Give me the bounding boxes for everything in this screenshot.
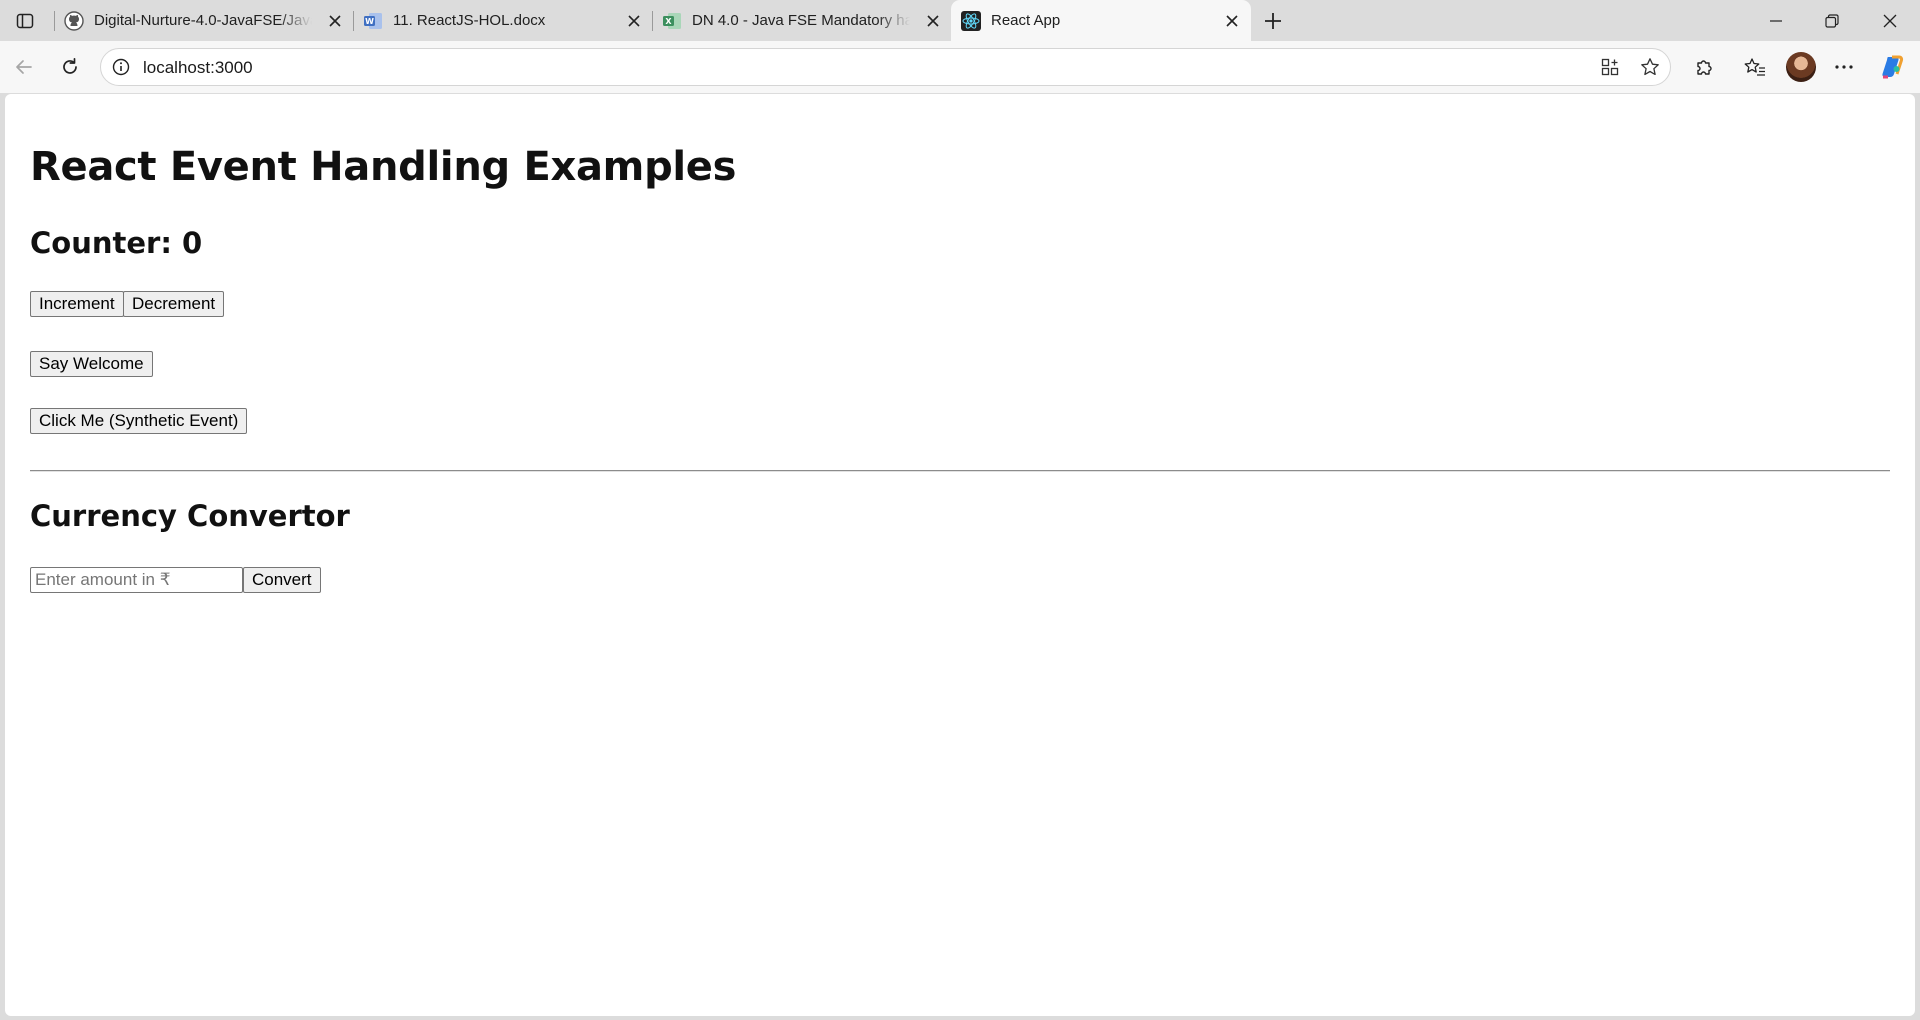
copilot-button[interactable] — [1876, 51, 1908, 83]
tab-actions-button[interactable] — [10, 6, 40, 36]
tab-github[interactable]: Digital-Nurture-4.0-JavaFSE/Java — [54, 0, 352, 41]
tab-title: 11. ReactJS-HOL.docx — [393, 12, 546, 29]
profile-avatar[interactable] — [1786, 52, 1816, 82]
tab-title: DN 4.0 - Java FSE Mandatory han — [692, 12, 910, 29]
close-icon — [628, 15, 640, 27]
tab-close-button[interactable] — [324, 10, 346, 32]
tab-react-app[interactable]: React App — [951, 0, 1251, 41]
settings-menu-button[interactable] — [1828, 51, 1860, 83]
favorites-list-icon — [1744, 58, 1765, 76]
page-title: React Event Handling Examples — [30, 144, 737, 190]
reload-icon — [63, 57, 77, 74]
decrement-button[interactable]: Decrement — [123, 291, 225, 317]
counter-display: Counter: 0 — [30, 226, 203, 260]
minimize-icon — [1770, 19, 1782, 22]
browser-toolbar — [0, 41, 1920, 93]
react-icon — [961, 11, 981, 31]
tab-separator — [652, 11, 653, 31]
back-button[interactable] — [8, 51, 40, 83]
github-icon — [64, 11, 84, 31]
minimize-button[interactable] — [1748, 0, 1804, 41]
tab-separator — [54, 11, 55, 31]
close-icon — [1226, 15, 1238, 27]
tab-word-doc[interactable]: W 11. ReactJS-HOL.docx — [353, 0, 651, 41]
favorites-button[interactable] — [1739, 51, 1771, 83]
close-icon — [1883, 14, 1897, 27]
increment-button[interactable]: Increment — [30, 291, 124, 317]
convert-button[interactable]: Convert — [243, 567, 321, 593]
word-icon: W — [363, 11, 383, 31]
tab-excel-sheet[interactable]: X DN 4.0 - Java FSE Mandatory han — [652, 0, 950, 41]
svg-text:X: X — [665, 17, 672, 26]
section-divider — [30, 470, 1890, 472]
tab-separator — [353, 11, 354, 31]
say-welcome-button[interactable]: Say Welcome — [30, 351, 153, 377]
more-options-icon — [1835, 65, 1853, 69]
apps-icon — [1601, 58, 1619, 76]
currency-convertor-heading: Currency Convertor — [30, 499, 350, 533]
address-bar[interactable] — [100, 48, 1671, 86]
new-tab-button[interactable] — [1258, 6, 1288, 36]
tab-strip: Digital-Nurture-4.0-JavaFSE/Java W 11. R… — [0, 0, 1920, 41]
sidebar-icon — [16, 13, 34, 29]
restore-icon — [1825, 13, 1839, 28]
url-input[interactable] — [143, 57, 1543, 79]
close-icon — [927, 15, 939, 27]
excel-icon: X — [662, 11, 682, 31]
tab-close-button[interactable] — [623, 10, 645, 32]
tab-title: Digital-Nurture-4.0-JavaFSE/Java — [94, 12, 312, 29]
site-info-icon[interactable] — [111, 57, 131, 77]
puzzle-icon — [1697, 60, 1712, 75]
favorite-button[interactable] — [1635, 52, 1665, 82]
svg-text:W: W — [365, 17, 374, 26]
close-window-button[interactable] — [1862, 0, 1918, 41]
star-icon — [1641, 58, 1659, 76]
tab-close-button[interactable] — [922, 10, 944, 32]
amount-input[interactable] — [30, 567, 243, 593]
page-viewport: React Event Handling Examples Counter: 0… — [5, 94, 1915, 1016]
plus-icon — [1265, 13, 1281, 29]
copilot-icon — [1882, 55, 1904, 79]
tab-close-button[interactable] — [1221, 10, 1243, 32]
extensions-button[interactable] — [1688, 51, 1720, 83]
restore-button[interactable] — [1804, 0, 1860, 41]
tab-title: React App — [991, 12, 1061, 29]
synthetic-event-button[interactable]: Click Me (Synthetic Event) — [30, 408, 248, 434]
app-available-button[interactable] — [1595, 52, 1625, 82]
reload-button[interactable] — [54, 51, 86, 83]
close-icon — [329, 15, 341, 27]
back-arrow-icon — [16, 60, 32, 74]
